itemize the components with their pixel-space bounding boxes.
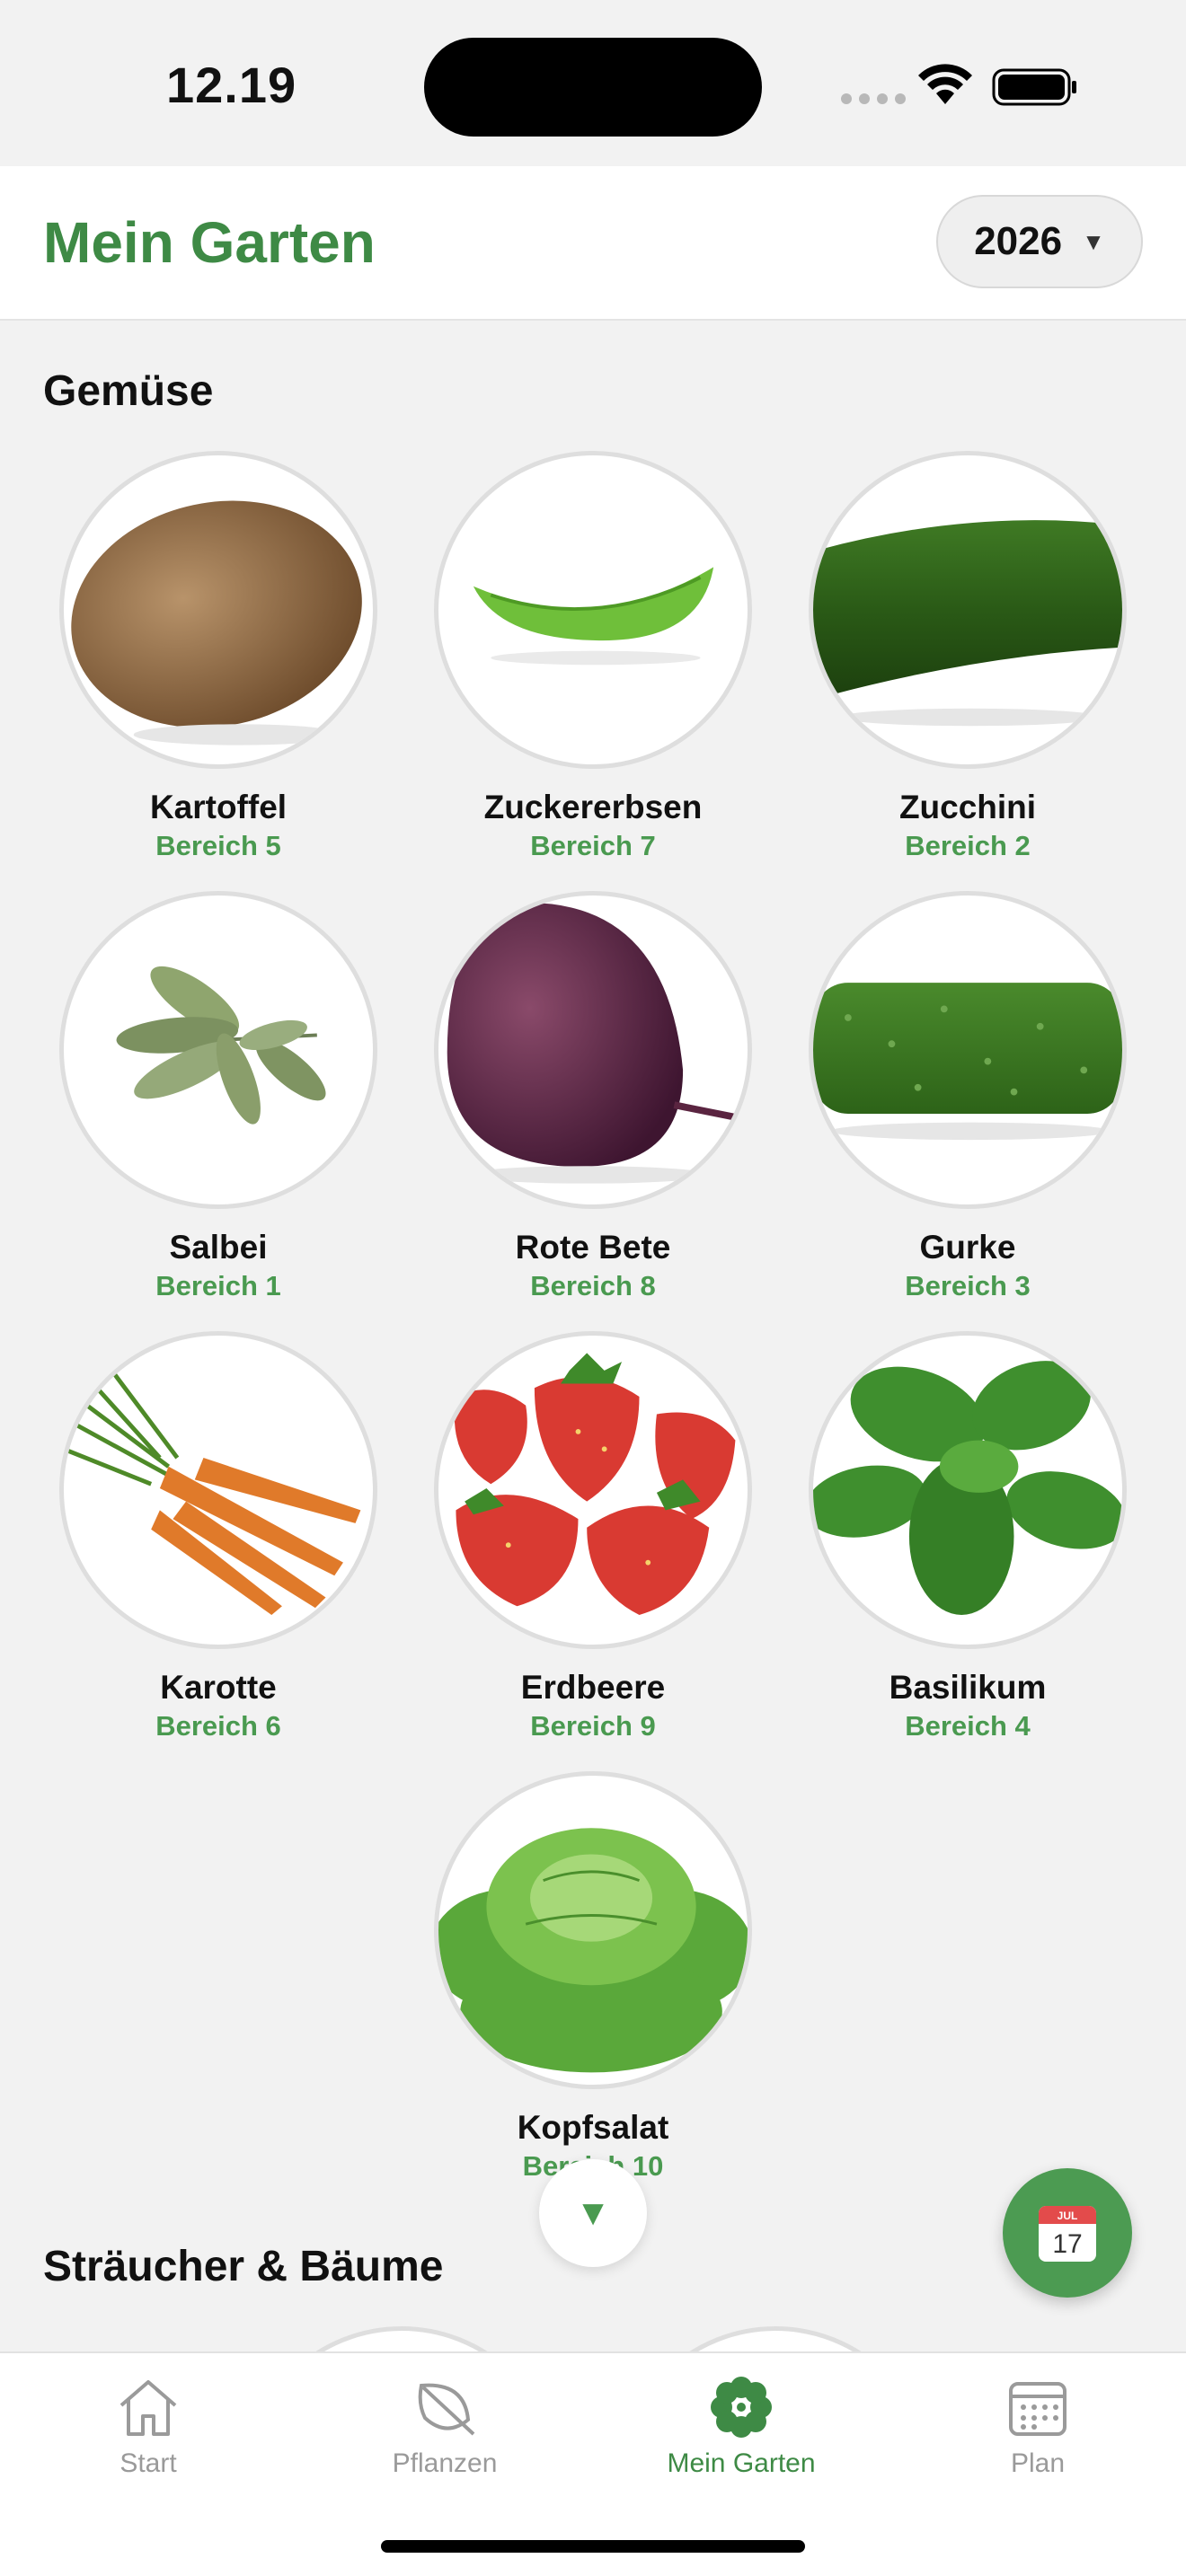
dynamic-island — [424, 38, 762, 137]
plant-name: Gurke — [919, 1229, 1016, 1266]
home-indicator — [381, 2540, 805, 2553]
section-title-vegetables: Gemüse — [43, 367, 214, 415]
plant-area: Bereich 5 — [155, 830, 281, 861]
wifi-icon — [918, 64, 972, 104]
plant-card-zuckererbsen[interactable]: Zuckererbsen Bereich 7 — [422, 451, 764, 864]
section-title-shrubs: Sträucher & Bäume — [43, 2243, 444, 2290]
cellular-signal-icon — [841, 93, 906, 104]
plant-name: Salbei — [169, 1229, 268, 1266]
plant-card-basilikum[interactable]: Basilikum Bereich 4 — [797, 1331, 1138, 1744]
tab-mein-garten[interactable]: Mein Garten — [593, 2373, 890, 2479]
plant-name: Kopfsalat — [517, 2109, 669, 2146]
cucumber-image — [809, 891, 1127, 1209]
status-time: 12.19 — [166, 57, 297, 113]
plant-card-zucchini[interactable]: Zucchini Bereich 2 — [797, 451, 1138, 864]
tab-label: Mein Garten — [667, 2448, 816, 2478]
plant-card-salbei[interactable]: Salbei Bereich 1 — [48, 891, 389, 1304]
tab-start[interactable]: Start — [0, 2373, 296, 2479]
plant-name: Kartoffel — [149, 789, 288, 825]
plant-area: Bereich 3 — [905, 1270, 1031, 1301]
triangle-down-icon: ▼ — [1082, 227, 1105, 255]
plant-area: Bereich 1 — [155, 1270, 281, 1301]
potato-image — [59, 451, 377, 769]
plant-name: Basilikum — [889, 1669, 1047, 1706]
strawberry-image — [434, 1331, 752, 1649]
plant-area: Bereich 7 — [530, 830, 656, 861]
beetroot-image — [434, 891, 752, 1209]
plant-card-karotte[interactable]: Karotte Bereich 6 — [48, 1331, 389, 1744]
scroll-down-button[interactable]: ▼ — [539, 2159, 647, 2267]
plant-area: Bereich 4 — [905, 1710, 1031, 1742]
carrot-image — [59, 1331, 377, 1649]
page-title: Mein Garten — [43, 210, 376, 275]
leaf-icon — [418, 2383, 475, 2436]
tab-plan[interactable]: Plan — [890, 2373, 1186, 2479]
triangle-down-icon: ▼ — [575, 2192, 611, 2233]
plant-area: Bereich 6 — [155, 1710, 281, 1742]
plant-card-kartoffel[interactable]: Kartoffel Bereich 5 — [48, 451, 389, 864]
status-bar: 12.19 — [0, 0, 1186, 166]
year-select-value: 2026 — [974, 219, 1063, 263]
app-header: Mein Garten 2026 ▼ — [0, 166, 1186, 321]
plant-area: Bereich 2 — [905, 830, 1031, 861]
house-icon — [119, 2380, 177, 2436]
tab-label: Start — [119, 2448, 177, 2478]
calendar-fab-day: 17 — [1052, 2229, 1082, 2259]
lettuce-image — [434, 1771, 752, 2089]
sage-image — [59, 891, 377, 1209]
battery-icon — [992, 68, 1076, 106]
plant-area: Bereich 9 — [530, 1710, 656, 1742]
tab-pflanzen[interactable]: Pflanzen — [296, 2373, 593, 2479]
zucchini-image — [809, 451, 1127, 769]
plant-card-kopfsalat[interactable]: Kopfsalat Bereich 10 — [422, 1771, 764, 2184]
plant-name: Zucchini — [898, 789, 1037, 825]
tab-label: Plan — [1010, 2448, 1066, 2478]
plant-name: Karotte — [160, 1669, 277, 1706]
flower-icon — [711, 2377, 772, 2438]
basil-image — [809, 1331, 1127, 1649]
tab-label: Pflanzen — [392, 2448, 498, 2478]
plant-name: Zuckererbsen — [483, 789, 703, 825]
plant-card-erdbeere[interactable]: Erdbeere Bereich 9 — [422, 1331, 764, 1744]
calendar-icon: JUL 17 — [1039, 2206, 1096, 2262]
plant-name: Rote Bete — [515, 1229, 671, 1266]
calendar-fab-month: JUL — [1058, 2210, 1078, 2222]
year-select[interactable]: 2026 ▼ — [936, 195, 1143, 288]
plant-area: Bereich 8 — [530, 1270, 656, 1301]
plant-card-rote-bete[interactable]: Rote Bete Bereich 8 — [422, 891, 764, 1304]
plant-card-gurke[interactable]: Gurke Bereich 3 — [797, 891, 1138, 1304]
plant-name: Erdbeere — [520, 1669, 666, 1706]
snow-pea-image — [434, 451, 752, 769]
calendar-icon — [1009, 2382, 1067, 2436]
calendar-fab-button[interactable]: JUL 17 — [1003, 2168, 1132, 2298]
